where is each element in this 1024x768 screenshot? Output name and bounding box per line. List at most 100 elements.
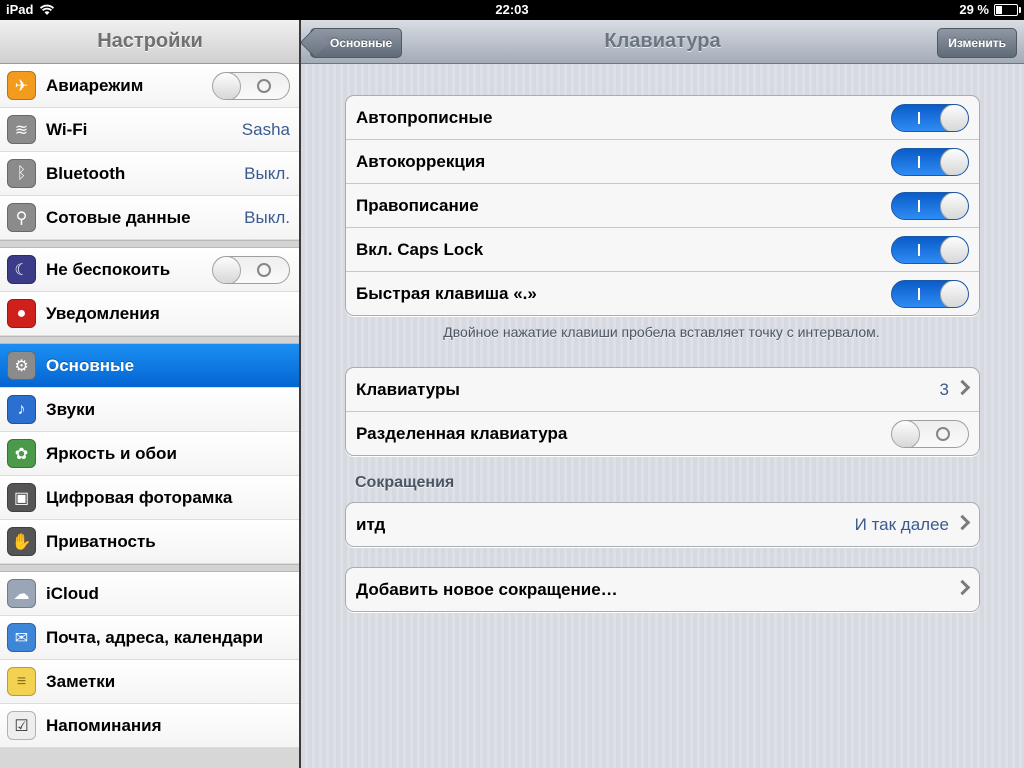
notifications-icon: ● [7, 299, 36, 328]
keyboard-option-label: Автокоррекция [356, 151, 486, 171]
sidebar-item-label: Основные [46, 355, 135, 375]
speaker-icon: ♪ [7, 395, 36, 424]
sidebar-item-label: Уведомления [46, 303, 160, 323]
keyboard-option-toggle[interactable] [891, 192, 969, 220]
sidebar-item[interactable]: ☁ iCloud [0, 572, 300, 616]
sidebar-item[interactable]: ✈ Авиарежим [0, 64, 300, 108]
sidebar-item[interactable]: ⚲ Сотовые данные Выкл. [0, 196, 300, 240]
add-shortcut-group: Добавить новое сокращение… [345, 567, 980, 612]
shortcut-phrase: И так далее [854, 514, 949, 534]
sidebar-group: ☾ Не беспокоить ● Уведомления [0, 248, 300, 336]
notes-icon: ≡ [7, 667, 36, 696]
bluetooth-icon: ᛒ [7, 159, 36, 188]
chevron-right-icon [954, 579, 971, 596]
sidebar-group-separator [0, 336, 300, 344]
sidebar-item[interactable]: ✉ Почта, адреса, календари [0, 616, 300, 660]
sidebar-item-toggle[interactable] [212, 255, 290, 284]
page-title: Клавиатура [604, 30, 721, 52]
sidebar-item-label: Звуки [46, 399, 96, 419]
keyboard-option-label: Правописание [356, 195, 479, 215]
keyboards-group: Клавиатуры 3 Разделенная клавиатура [345, 367, 980, 456]
shortcuts-header: Сокращения [355, 474, 455, 491]
sidebar-group-separator [0, 564, 300, 572]
keyboard-option-label: Автопрописные [356, 107, 493, 127]
shortcut-label: итд [356, 514, 386, 534]
keyboard-option-toggle[interactable] [891, 148, 969, 176]
keyboard-option-toggle[interactable] [891, 236, 969, 264]
keyboards-row[interactable]: Клавиатуры 3 [346, 368, 979, 412]
sidebar-item-label: Напоминания [46, 715, 162, 735]
period-shortcut-footnote: Двойное нажатие клавиши пробела вставляе… [443, 324, 880, 340]
sidebar-group-separator [0, 240, 300, 248]
keyboard-option-row: Вкл. Caps Lock [346, 228, 979, 272]
sidebar-item[interactable]: ≋ Wi-Fi Sasha [0, 108, 300, 152]
split-keyboard-toggle[interactable] [891, 420, 969, 448]
keyboards-count: 3 [939, 379, 949, 399]
sidebar-item-label: Сотовые данные [46, 207, 191, 227]
add-shortcut-row[interactable]: Добавить новое сокращение… [346, 568, 979, 611]
wifi-icon: ≋ [7, 115, 36, 144]
sidebar-item[interactable]: ☑ Напоминания [0, 704, 300, 748]
sidebar-item-label: Цифровая фоторамка [46, 487, 233, 507]
mail-icon: ✉ [7, 623, 36, 652]
flower-icon: ✿ [7, 439, 36, 468]
cloud-icon: ☁ [7, 579, 36, 608]
sidebar-title: Настройки [0, 20, 300, 64]
sidebar-item-value: Выкл. [244, 207, 290, 227]
shortcuts-group: итд И так далее [345, 502, 980, 547]
sidebar-item-label: Приватность [46, 531, 156, 551]
gear-icon: ⚙ [7, 351, 36, 380]
keyboard-toggles-group: Автопрописные Автокоррекция Правописание Вк… [345, 95, 980, 316]
photo-frame-icon: ▣ [7, 483, 36, 512]
keyboard-option-row: Правописание [346, 184, 979, 228]
sidebar-group: ⚙ Основные ♪ Звуки ✿ Яркость и обои ▣ Цифровая … [0, 344, 300, 564]
keyboard-option-toggle[interactable] [891, 280, 969, 308]
sidebar-item[interactable]: ✋ Приватность [0, 520, 300, 564]
add-shortcut-label: Добавить новое сокращение… [356, 579, 618, 599]
sidebar-item-label: Bluetooth [46, 163, 126, 183]
nav-bar: Основные Клавиатура Изменить [301, 20, 1024, 64]
airplane-icon: ✈ [7, 71, 36, 100]
sidebar-item[interactable]: ⚙ Основные [0, 344, 300, 388]
sidebar-item[interactable]: ☾ Не беспокоить [0, 248, 300, 292]
clock: 22:03 [495, 2, 529, 17]
sidebar-item-value: Выкл. [244, 163, 290, 183]
sidebar-group: ☁ iCloud ✉ Почта, адреса, календари ≡ Заметки… [0, 572, 300, 748]
reminders-icon: ☑ [7, 711, 36, 740]
keyboards-label: Клавиатуры [356, 379, 460, 399]
chevron-right-icon [954, 379, 971, 396]
sidebar-item[interactable]: ♪ Звуки [0, 388, 300, 432]
sidebar-item[interactable]: ᛒ Bluetooth Выкл. [0, 152, 300, 196]
sidebar-group: ✈ Авиарежим ≋ Wi-Fi Sasha ᛒ Bluetooth Выкл. ⚲ Сот… [0, 64, 300, 240]
keyboard-option-row: Автокоррекция [346, 140, 979, 184]
split-keyboard-label: Разделенная клавиатура [356, 423, 568, 443]
battery-icon [994, 3, 1021, 16]
keyboard-option-toggle[interactable] [891, 104, 969, 132]
shortcut-row[interactable]: итд И так далее [346, 503, 979, 546]
sidebar-item-label: iCloud [46, 583, 99, 603]
sidebar-item[interactable]: ≡ Заметки [0, 660, 300, 704]
sidebar-item-value: Sasha [241, 119, 290, 139]
sidebar-item[interactable]: ● Уведомления [0, 292, 300, 336]
sidebar-item-label: Почта, адреса, календари [46, 627, 264, 647]
keyboard-option-label: Вкл. Caps Lock [356, 239, 484, 259]
hand-icon: ✋ [7, 527, 36, 556]
sidebar-item[interactable]: ✿ Яркость и обои [0, 432, 300, 476]
cellular-icon: ⚲ [7, 203, 36, 232]
chevron-right-icon [954, 514, 971, 531]
edit-button[interactable]: Изменить [937, 28, 1017, 58]
split-keyboard-row: Разделенная клавиатура [346, 412, 979, 455]
sidebar-item[interactable]: ▣ Цифровая фоторамка [0, 476, 300, 520]
sidebar-item-label: Wi-Fi [46, 119, 88, 139]
status-bar: iPad 22:03 29 % [0, 0, 1024, 20]
sidebar-item-label: Не беспокоить [46, 259, 171, 279]
sidebar-item-label: Заметки [46, 671, 116, 691]
sidebar-item-label: Авиарежим [46, 75, 144, 95]
sidebar-item-toggle[interactable] [212, 71, 290, 100]
moon-icon: ☾ [7, 255, 36, 284]
sidebar: Настройки ✈ Авиарежим ≋ Wi-Fi Sasha ᛒ Bluetoot… [0, 20, 300, 768]
battery-percent: 29 % [959, 2, 989, 17]
sidebar-item-label: Яркость и обои [46, 443, 177, 463]
detail-pane: Основные Клавиатура Изменить Автопрописн… [301, 20, 1024, 768]
keyboard-option-row: Быстрая клавиша «.» [346, 272, 979, 315]
